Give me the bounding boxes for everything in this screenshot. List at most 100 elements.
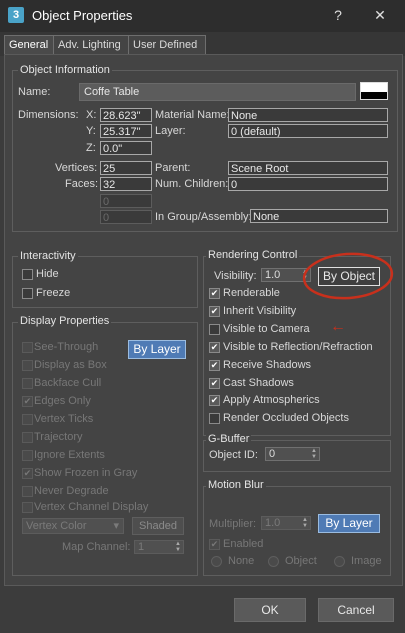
- radio-none[interactable]: [211, 556, 222, 567]
- visible-to-camera-label: Visible to Camera: [223, 323, 310, 335]
- vertex-color-value: Vertex Color: [26, 520, 87, 532]
- y-label: Y:: [86, 125, 96, 137]
- trajectory-label: Trajectory: [34, 431, 83, 443]
- annotation-arrow-icon: ←: [330, 318, 346, 335]
- radio-image[interactable]: [334, 556, 345, 567]
- receive-shadows-checkbox[interactable]: ✔: [209, 360, 220, 371]
- trajectory-checkbox[interactable]: [22, 432, 33, 443]
- display-by-layer-button[interactable]: By Layer: [128, 340, 186, 359]
- interactivity-label: Interactivity: [18, 250, 78, 262]
- tab-user-defined[interactable]: User Defined: [128, 35, 206, 54]
- vertex-color-dropdown[interactable]: Vertex Color ▾: [22, 518, 124, 534]
- x-label: X:: [86, 109, 97, 121]
- object-information-label: Object Information: [18, 64, 112, 76]
- interactivity-group: [12, 256, 198, 308]
- spinner-arrows-icon: ▲ ▼: [311, 448, 317, 460]
- cast-shadows-checkbox[interactable]: ✔: [209, 378, 220, 389]
- map-channel-label: Map Channel:: [62, 541, 131, 553]
- hide-checkbox[interactable]: [22, 269, 33, 280]
- multiplier-value: 1.0: [265, 517, 281, 529]
- visible-to-reflection-checkbox[interactable]: ✔: [209, 342, 220, 353]
- vertex-channel-display-label: Vertex Channel Display: [34, 501, 149, 513]
- close-button[interactable]: ✕: [369, 4, 391, 26]
- vertices-field: 25: [100, 161, 152, 175]
- parent-label: Parent:: [155, 162, 191, 174]
- see-through-label: See-Through: [34, 341, 99, 353]
- motion-blur-by-layer-button[interactable]: By Layer: [318, 514, 380, 533]
- object-id-value: 0: [269, 448, 276, 460]
- annotation-circle: [302, 252, 394, 300]
- layer-field: 0 (default): [228, 124, 388, 138]
- backface-cull-checkbox[interactable]: [22, 378, 33, 389]
- freeze-checkbox[interactable]: [22, 288, 33, 299]
- tab-general[interactable]: General: [4, 35, 56, 54]
- group-assembly-label: In Group/Assembly:: [155, 211, 252, 223]
- extra-count-field-2: 0: [100, 210, 152, 224]
- vertex-ticks-label: Vertex Ticks: [34, 413, 94, 425]
- map-channel-value: 1: [138, 541, 145, 553]
- dimension-y-field: 25.317": [100, 124, 152, 138]
- renderable-checkbox[interactable]: ✔: [209, 288, 220, 299]
- dimension-z-field: 0.0": [100, 141, 152, 155]
- group-assembly-field: None: [250, 209, 388, 223]
- gbuffer-label: G-Buffer: [206, 433, 252, 445]
- radio-object[interactable]: [268, 556, 279, 567]
- vertices-label: Vertices:: [55, 162, 98, 174]
- dropdown-arrow-icon: ▾: [113, 520, 119, 532]
- see-through-checkbox[interactable]: [22, 342, 33, 353]
- vertex-ticks-checkbox[interactable]: [22, 414, 33, 425]
- receive-shadows-label: Receive Shadows: [223, 359, 312, 371]
- visible-to-reflection-label: Visible to Reflection/Refraction: [223, 341, 373, 353]
- freeze-label: Freeze: [36, 287, 71, 299]
- radio-none-label: None: [228, 555, 255, 567]
- num-children-field: 0: [228, 177, 388, 191]
- apply-atmospherics-label: Apply Atmospherics: [223, 394, 320, 406]
- display-properties-label: Display Properties: [18, 315, 112, 327]
- faces-label: Faces:: [65, 178, 99, 190]
- visibility-value: 1.0: [265, 269, 281, 281]
- render-occluded-label: Render Occluded Objects: [223, 412, 349, 424]
- spinner-arrows-icon: ▲ ▼: [175, 541, 181, 553]
- name-field[interactable]: Coffe Table: [79, 83, 356, 101]
- enabled-label: Enabled: [223, 538, 264, 550]
- num-children-label: Num. Children:: [155, 178, 229, 190]
- display-as-box-checkbox[interactable]: [22, 360, 33, 371]
- help-button[interactable]: ?: [327, 4, 349, 26]
- edges-only-checkbox[interactable]: ✔: [22, 396, 33, 407]
- hide-label: Hide: [36, 268, 59, 280]
- rendering-control-label: Rendering Control: [206, 249, 300, 261]
- radio-image-label: Image: [351, 555, 382, 567]
- ignore-extents-label: Ignore Extents: [34, 449, 105, 461]
- radio-object-label: Object: [285, 555, 317, 567]
- ok-button[interactable]: OK: [234, 598, 306, 622]
- motion-blur-label: Motion Blur: [206, 479, 266, 491]
- extra-count-field: 0: [100, 194, 152, 208]
- apply-atmospherics-checkbox[interactable]: ✔: [209, 395, 220, 406]
- z-label: Z:: [86, 142, 96, 154]
- multiplier-spinner[interactable]: 1.0 ▲ ▼: [261, 516, 311, 530]
- render-occluded-checkbox[interactable]: [209, 413, 220, 424]
- window-title: Object Properties: [32, 8, 133, 23]
- spinner-arrows-icon: ▲ ▼: [302, 517, 308, 529]
- ignore-extents-checkbox[interactable]: [22, 450, 33, 461]
- object-color-swatch[interactable]: [360, 82, 388, 100]
- shaded-button[interactable]: Shaded: [132, 517, 184, 535]
- faces-field: 32: [100, 177, 152, 191]
- map-channel-spinner[interactable]: 1 ▲ ▼: [134, 540, 184, 554]
- display-as-box-label: Display as Box: [34, 359, 107, 371]
- name-label: Name:: [18, 86, 51, 98]
- never-degrade-label: Never Degrade: [34, 485, 109, 497]
- inherit-visibility-checkbox[interactable]: ✔: [209, 306, 220, 317]
- backface-cull-label: Backface Cull: [34, 377, 102, 389]
- tab-adv-lighting[interactable]: Adv. Lighting: [53, 35, 131, 54]
- edges-only-label: Edges Only: [34, 395, 91, 407]
- visible-to-camera-checkbox[interactable]: [209, 324, 220, 335]
- cancel-button[interactable]: Cancel: [318, 598, 394, 622]
- vertex-channel-display-checkbox[interactable]: [22, 502, 33, 513]
- never-degrade-checkbox[interactable]: [22, 486, 33, 497]
- enabled-checkbox[interactable]: ✔: [209, 539, 220, 550]
- show-frozen-in-gray-checkbox[interactable]: ✔: [22, 468, 33, 479]
- object-id-spinner[interactable]: 0 ▲ ▼: [265, 447, 320, 461]
- object-id-label: Object ID:: [209, 449, 258, 461]
- app-icon: 3: [8, 7, 24, 23]
